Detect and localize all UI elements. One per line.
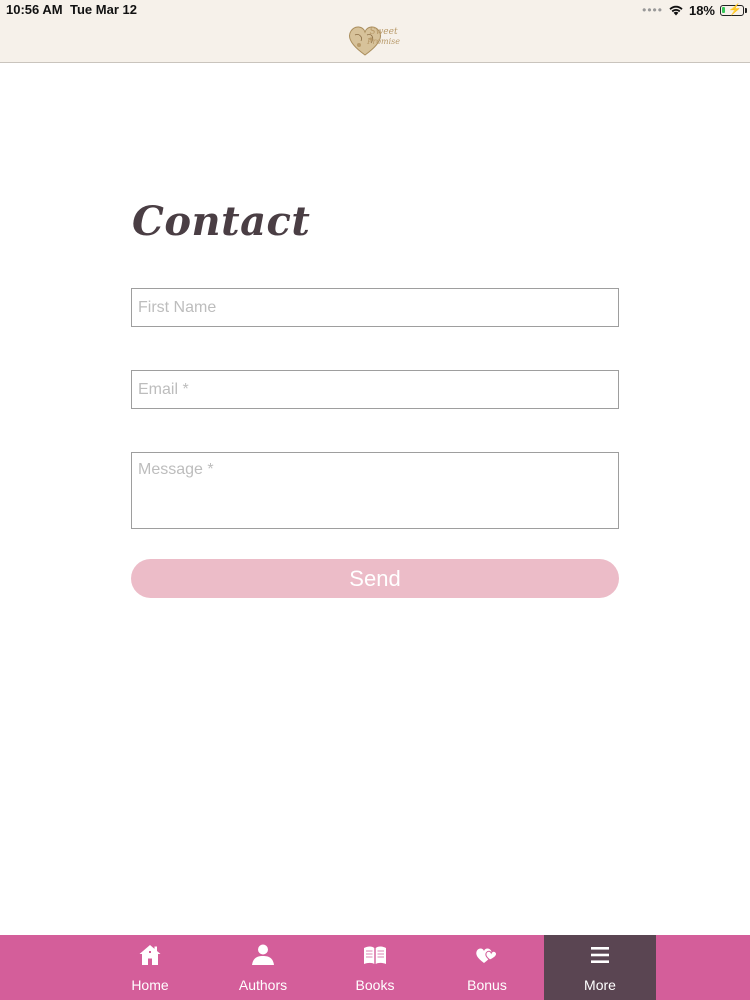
logo-text: Sweet Promise [367, 27, 401, 47]
tab-authors[interactable]: Authors [207, 935, 319, 1000]
status-time: 10:56 AM [6, 2, 63, 17]
tab-home[interactable]: Home [94, 935, 206, 1000]
status-date: Tue Mar 12 [70, 2, 137, 17]
tab-authors-label: Authors [238, 977, 288, 993]
logo-line-2: Promise [367, 37, 401, 46]
message-field[interactable] [131, 452, 619, 529]
send-button[interactable]: Send [131, 559, 619, 598]
menu-icon [591, 947, 609, 963]
battery-charging-icon: ⚡ [720, 3, 747, 16]
tab-books[interactable]: Books [319, 935, 431, 1000]
tab-bonus[interactable]: Bonus [431, 935, 543, 1000]
status-indicators: •••• 18% ⚡ [642, 1, 747, 19]
tab-more-label: More [584, 977, 616, 993]
battery-percent: 18% [688, 2, 715, 18]
battery-fill [722, 6, 725, 13]
tab-books-label: Books [355, 977, 395, 993]
app-header: Sweet Promise [0, 20, 750, 63]
wifi-icon [669, 5, 683, 16]
tab-bonus-label: Bonus [467, 977, 507, 993]
status-bar: 10:56 AM Tue Mar 12 •••• 18% ⚡ [0, 0, 750, 20]
signal-dots: •••• [642, 3, 663, 17]
email-field[interactable] [131, 370, 619, 409]
charging-bolt-icon: ⚡ [728, 3, 742, 16]
page-title: Contact [132, 198, 311, 245]
tab-home-label: Home [131, 977, 169, 993]
book-icon [364, 946, 386, 964]
person-icon [252, 944, 274, 965]
logo-line-1: Sweet [369, 27, 398, 37]
tab-more[interactable]: More [544, 935, 656, 1000]
first-name-field[interactable] [131, 288, 619, 327]
hearts-icon [476, 948, 498, 963]
home-icon [139, 945, 161, 965]
tab-bar: Home Authors Books Bonus More [0, 935, 750, 1000]
